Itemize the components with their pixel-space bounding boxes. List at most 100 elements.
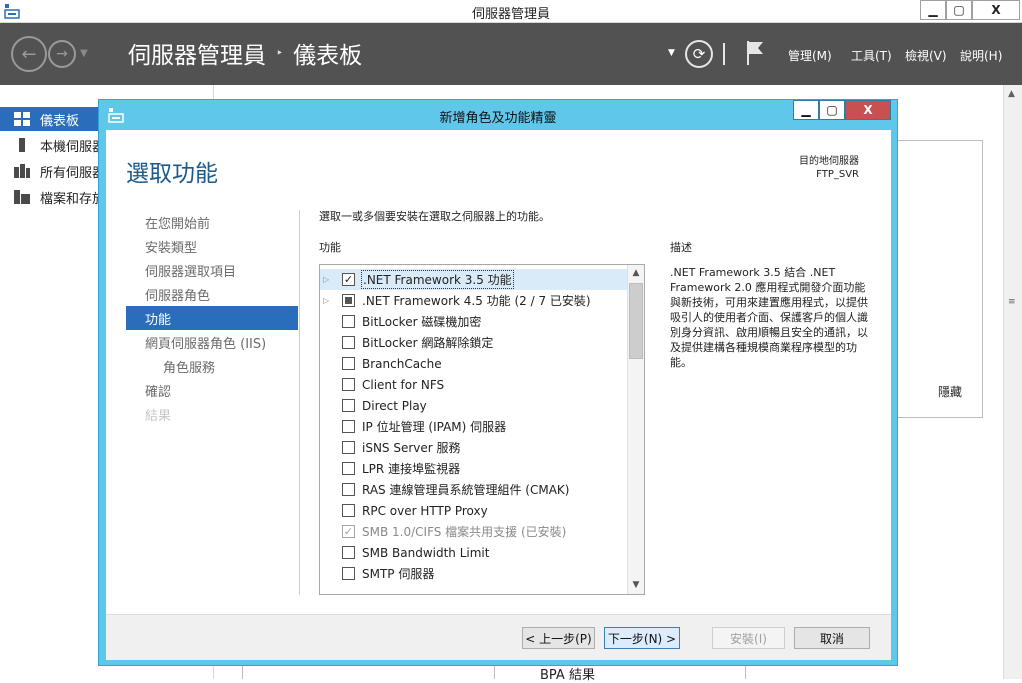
partial-check-indicator: [345, 297, 352, 304]
feature-item[interactable]: ▷ ✓ .NET Framework 3.5 功能: [320, 269, 627, 290]
feature-list-scrollbar[interactable]: ▲ ▼: [627, 265, 644, 594]
feature-checkbox[interactable]: ✓: [342, 273, 355, 286]
wizard-step[interactable]: 伺服器角色: [126, 282, 298, 306]
wizard-close-button[interactable]: X: [845, 100, 891, 120]
previous-button[interactable]: < 上一步(P): [522, 627, 595, 649]
scroll-grip-icon[interactable]: ≡: [1008, 297, 1016, 307]
dashboard-scrollbar[interactable]: ▲ ≡: [1003, 85, 1022, 679]
feature-checkbox[interactable]: [342, 546, 355, 559]
feature-label: Direct Play: [362, 398, 427, 413]
menu-tools[interactable]: 工具(T): [851, 47, 892, 64]
feature-checkbox[interactable]: [342, 378, 355, 391]
menu-manage[interactable]: 管理(M): [788, 47, 832, 64]
dashboard-tile: [895, 140, 983, 418]
page-title: 選取功能: [126, 161, 218, 187]
breadcrumb-separator-icon: ‣: [276, 46, 284, 60]
minimize-button[interactable]: ▁: [920, 0, 946, 20]
cancel-button[interactable]: 取消: [794, 627, 870, 649]
feature-checkbox[interactable]: [342, 420, 355, 433]
servers-icon: [14, 164, 30, 178]
toolbar-dropdown-icon[interactable]: ▼: [668, 48, 675, 58]
wizard-minimize-button[interactable]: ▁: [793, 100, 819, 120]
feature-label: SMTP 伺服器: [362, 567, 435, 581]
toolbar-divider: [723, 43, 725, 65]
wizard-step[interactable]: 網頁伺服器角色 (IIS): [126, 330, 298, 354]
back-arrow-icon[interactable]: ←: [11, 36, 47, 72]
wizard-step[interactable]: 角色服務: [126, 354, 298, 378]
restore-button[interactable]: ▢: [946, 0, 972, 20]
feature-checkbox[interactable]: [342, 357, 355, 370]
feature-checkbox[interactable]: [342, 462, 355, 475]
bg-divider: [745, 666, 746, 679]
wizard-step[interactable]: 確認: [126, 378, 298, 402]
wizard-step[interactable]: 在您開始前: [126, 210, 298, 234]
wizard-step[interactable]: 功能: [126, 306, 298, 330]
next-button[interactable]: 下一步(N) >: [604, 627, 680, 649]
breadcrumb: 伺服器管理員 ‣ 儀表板: [128, 37, 362, 69]
feature-label: RPC over HTTP Proxy: [362, 503, 488, 518]
feature-item[interactable]: Direct Play: [320, 395, 627, 416]
wizard-titlebar[interactable]: 新增角色及功能精靈 ▁ ▢ X: [99, 100, 897, 130]
feature-item[interactable]: BitLocker 磁碟機加密: [320, 311, 627, 332]
feature-checkbox[interactable]: [342, 504, 355, 517]
destination-server-name: FTP_SVR: [816, 169, 859, 180]
feature-label: RAS 連線管理員系統管理組件 (CMAK): [362, 483, 570, 497]
feature-item[interactable]: SMTP 伺服器: [320, 563, 627, 584]
feature-label: IP 位址管理 (IPAM) 伺服器: [362, 420, 507, 434]
menu-view[interactable]: 檢視(V): [905, 47, 947, 64]
scrollbar-thumb[interactable]: [629, 283, 643, 359]
feature-item[interactable]: LPR 連接埠監視器: [320, 458, 627, 479]
bpa-results-label: BPA 結果: [540, 668, 595, 683]
feature-item[interactable]: Client for NFS: [320, 374, 627, 395]
nav-item-label: 儀表板: [40, 113, 80, 129]
feature-checkbox[interactable]: [342, 399, 355, 412]
wizard-maximize-button[interactable]: ▢: [819, 100, 845, 120]
feature-checkbox[interactable]: [342, 336, 355, 349]
install-button[interactable]: 安裝(I): [712, 627, 785, 649]
steps-divider: [299, 210, 300, 595]
feature-checkbox[interactable]: [342, 294, 355, 307]
wizard-body: 選取功能 目的地伺服器 FTP_SVR 在您開始前 安裝類型 伺服器選取項目 伺服器角…: [106, 130, 891, 614]
history-dropdown-icon[interactable]: ▼: [80, 48, 88, 59]
feature-checkbox[interactable]: [342, 567, 355, 580]
feature-tree[interactable]: ▷ ✓ .NET Framework 3.5 功能 ▷ .NET Framework 4…: [319, 264, 645, 595]
hide-link[interactable]: 隱藏: [938, 383, 962, 400]
menu-help[interactable]: 說明(H): [960, 47, 1002, 64]
feature-item[interactable]: BitLocker 網路解除鎖定: [320, 332, 627, 353]
feature-item[interactable]: ▷ .NET Framework 4.5 功能 (2 / 7 已安裝): [320, 290, 627, 311]
feature-item[interactable]: iSNS Server 服務: [320, 437, 627, 458]
feature-label: SMB Bandwidth Limit: [362, 545, 490, 560]
feature-item[interactable]: ✓ SMB 1.0/CIFS 檔案共用支援 (已安裝): [320, 521, 627, 542]
feature-item[interactable]: RPC over HTTP Proxy: [320, 500, 627, 521]
scroll-down-icon[interactable]: ▼: [628, 577, 644, 593]
feature-checkbox[interactable]: [342, 483, 355, 496]
feature-item[interactable]: BranchCache: [320, 353, 627, 374]
feature-item[interactable]: IP 位址管理 (IPAM) 伺服器: [320, 416, 627, 437]
feature-label: SMB 1.0/CIFS 檔案共用支援 (已安裝): [362, 525, 567, 539]
feature-label: .NET Framework 3.5 功能: [361, 270, 514, 289]
scroll-up-icon[interactable]: ▲: [628, 265, 644, 281]
feature-checkbox[interactable]: [342, 441, 355, 454]
refresh-icon[interactable]: ⟳: [685, 40, 713, 68]
feature-item[interactable]: SMB Bandwidth Limit: [320, 542, 627, 563]
nav-item-label: 本機伺服器: [40, 139, 106, 155]
notification-flag-icon[interactable]: [745, 40, 765, 66]
feature-checkbox[interactable]: [342, 315, 355, 328]
description-header: 描述: [670, 241, 692, 254]
wizard-footer: < 上一步(P) 下一步(N) > 安裝(I) 取消: [106, 614, 891, 660]
wizard-step[interactable]: 安裝類型: [126, 234, 298, 258]
window-title: 伺服器管理員: [471, 7, 550, 22]
server-manager-titlebar: 伺服器管理員 ▁ ▢ X: [0, 0, 1022, 23]
dashboard-grid-icon: [14, 112, 30, 126]
breadcrumb-root[interactable]: 伺服器管理員: [128, 36, 266, 70]
wizard-step[interactable]: 伺服器選取項目: [126, 258, 298, 282]
file-storage-icon: [14, 190, 30, 204]
expand-arrow-icon[interactable]: ▷: [323, 275, 333, 284]
scroll-up-icon[interactable]: ▲: [1008, 89, 1015, 99]
expand-arrow-icon[interactable]: ▷: [323, 296, 333, 305]
wizard-step: 結果: [145, 408, 172, 424]
close-button[interactable]: X: [972, 0, 1020, 20]
feature-item[interactable]: RAS 連線管理員系統管理組件 (CMAK): [320, 479, 627, 500]
forward-arrow-icon[interactable]: →: [48, 40, 76, 68]
feature-label: LPR 連接埠監視器: [362, 462, 461, 476]
